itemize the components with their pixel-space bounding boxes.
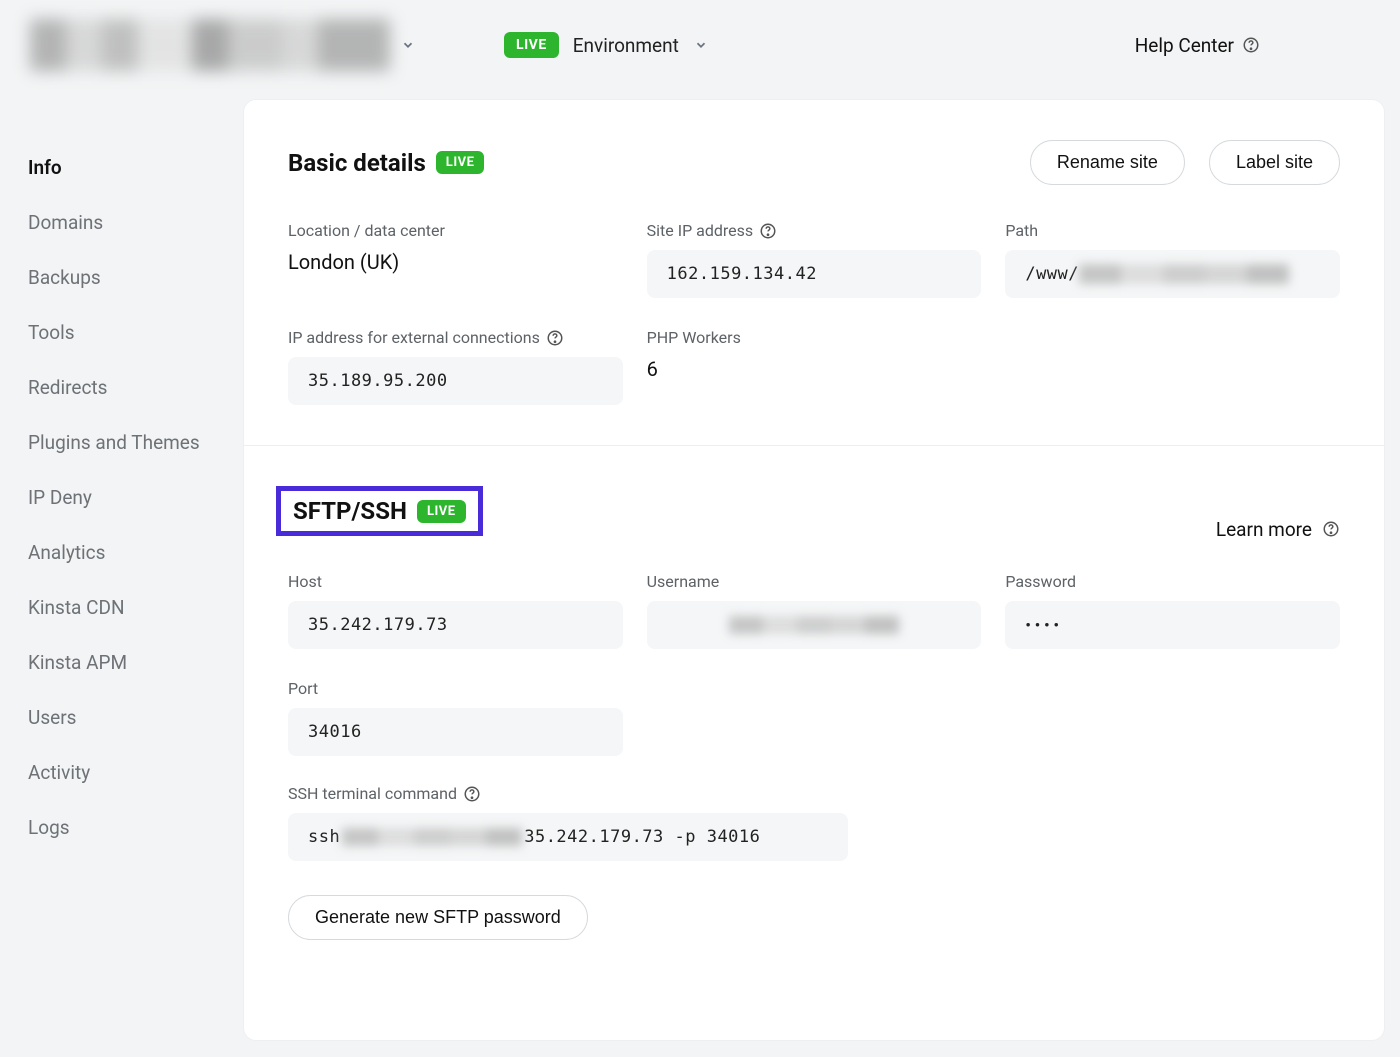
sidebar-item-kinsta-cdn[interactable]: Kinsta CDN bbox=[28, 580, 244, 635]
ssh-command-field: SSH terminal command ssh 35.242.179.73 -… bbox=[288, 784, 1340, 861]
php-workers-field: PHP Workers 6 bbox=[647, 328, 982, 405]
site-switcher[interactable] bbox=[30, 19, 480, 71]
username-field: Username bbox=[647, 572, 982, 649]
label-site-button[interactable]: Label site bbox=[1209, 140, 1340, 185]
sidebar-item-logs[interactable]: Logs bbox=[28, 800, 244, 855]
sftp-ssh-panel: SFTP/SSH LIVE Learn more Host 35.242.179… bbox=[244, 446, 1384, 980]
password-label: Password bbox=[1005, 572, 1340, 591]
php-workers-value: 6 bbox=[647, 357, 982, 381]
live-badge: LIVE bbox=[436, 151, 485, 174]
chevron-down-icon bbox=[400, 37, 416, 53]
external-ip-value[interactable]: 35.189.95.200 bbox=[288, 357, 623, 405]
help-circle-icon bbox=[1322, 520, 1340, 538]
environment-switcher[interactable]: LIVE Environment bbox=[504, 32, 709, 58]
live-badge: LIVE bbox=[504, 32, 559, 58]
port-label: Port bbox=[288, 679, 623, 698]
rename-site-button[interactable]: Rename site bbox=[1030, 140, 1185, 185]
environment-label: Environment bbox=[573, 34, 679, 57]
basic-details-panel: Basic details LIVE Rename site Label sit… bbox=[244, 100, 1384, 446]
help-circle-icon[interactable] bbox=[546, 329, 564, 347]
learn-more-label: Learn more bbox=[1216, 518, 1312, 541]
help-center-link[interactable]: Help Center bbox=[1135, 34, 1370, 57]
php-workers-label: PHP Workers bbox=[647, 328, 982, 347]
sidebar-item-domains[interactable]: Domains bbox=[28, 195, 244, 250]
sidebar-item-activity[interactable]: Activity bbox=[28, 745, 244, 800]
basic-details-title: Basic details bbox=[288, 149, 426, 177]
live-badge: LIVE bbox=[417, 500, 466, 523]
sftp-ssh-highlight: SFTP/SSH LIVE bbox=[276, 486, 483, 536]
host-field: Host 35.242.179.73 bbox=[288, 572, 623, 649]
port-field: Port 34016 bbox=[288, 679, 623, 756]
sidebar-item-redirects[interactable]: Redirects bbox=[28, 360, 244, 415]
main-content: Basic details LIVE Rename site Label sit… bbox=[244, 100, 1384, 1040]
help-circle-icon[interactable] bbox=[759, 222, 777, 240]
sidebar-item-users[interactable]: Users bbox=[28, 690, 244, 745]
header-bar: LIVE Environment Help Center bbox=[0, 0, 1400, 90]
username-label: Username bbox=[647, 572, 982, 591]
sftp-ssh-title: SFTP/SSH bbox=[293, 497, 407, 525]
help-circle-icon[interactable] bbox=[463, 785, 481, 803]
sidebar-item-analytics[interactable]: Analytics bbox=[28, 525, 244, 580]
ssh-command-label: SSH terminal command bbox=[288, 784, 1340, 803]
chevron-down-icon bbox=[693, 37, 709, 53]
help-circle-icon bbox=[1242, 36, 1260, 54]
host-label: Host bbox=[288, 572, 623, 591]
location-field: Location / data center London (UK) bbox=[288, 221, 623, 298]
site-ip-label: Site IP address bbox=[647, 221, 982, 240]
sidebar-item-kinsta-apm[interactable]: Kinsta APM bbox=[28, 635, 244, 690]
path-label: Path bbox=[1005, 221, 1340, 240]
sidebar: Info Domains Backups Tools Redirects Plu… bbox=[0, 90, 244, 1040]
sidebar-item-backups[interactable]: Backups bbox=[28, 250, 244, 305]
password-value[interactable]: •••• bbox=[1005, 601, 1340, 649]
ssh-command-value[interactable]: ssh 35.242.179.73 -p 34016 bbox=[288, 813, 848, 861]
path-field: Path /www/ bbox=[1005, 221, 1340, 298]
location-label: Location / data center bbox=[288, 221, 623, 240]
sidebar-item-ip-deny[interactable]: IP Deny bbox=[28, 470, 244, 525]
generate-sftp-password-button[interactable]: Generate new SFTP password bbox=[288, 895, 588, 940]
sidebar-item-tools[interactable]: Tools bbox=[28, 305, 244, 360]
path-value[interactable]: /www/ bbox=[1005, 250, 1340, 298]
learn-more-link[interactable]: Learn more bbox=[1216, 518, 1340, 541]
username-value[interactable] bbox=[647, 601, 982, 649]
help-center-label: Help Center bbox=[1135, 34, 1234, 57]
external-ip-field: IP address for external connections 35.1… bbox=[288, 328, 623, 405]
sidebar-item-plugins-themes[interactable]: Plugins and Themes bbox=[28, 415, 244, 470]
site-title-redacted bbox=[30, 19, 390, 71]
location-value: London (UK) bbox=[288, 250, 623, 274]
port-value[interactable]: 34016 bbox=[288, 708, 623, 756]
sidebar-item-info[interactable]: Info bbox=[28, 140, 244, 195]
password-field: Password •••• bbox=[1005, 572, 1340, 649]
site-ip-value[interactable]: 162.159.134.42 bbox=[647, 250, 982, 298]
host-value[interactable]: 35.242.179.73 bbox=[288, 601, 623, 649]
external-ip-label: IP address for external connections bbox=[288, 328, 623, 347]
site-ip-field: Site IP address 162.159.134.42 bbox=[647, 221, 982, 298]
